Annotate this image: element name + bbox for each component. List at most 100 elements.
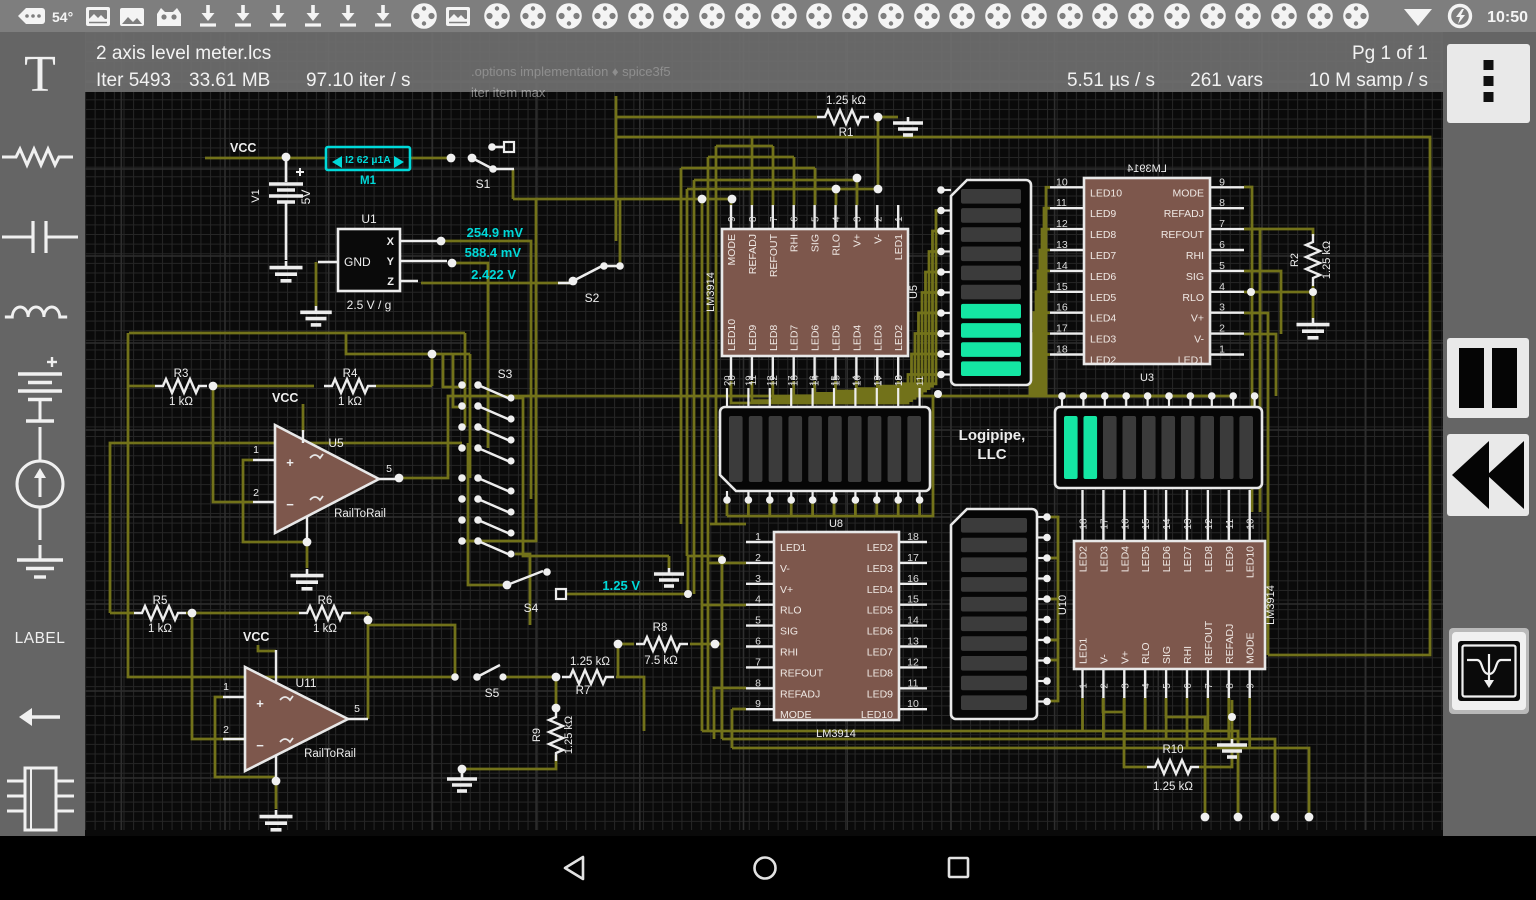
svg-text:13: 13 <box>1056 239 1068 251</box>
svg-text:5: 5 <box>386 463 392 475</box>
svg-text:7: 7 <box>769 216 780 222</box>
svg-text:LED3: LED3 <box>1098 546 1110 572</box>
svg-text:V+: V+ <box>1119 651 1131 664</box>
svg-text:LED1: LED1 <box>780 542 806 554</box>
svg-text:S4: S4 <box>524 601 539 615</box>
svg-text:V+: V+ <box>851 234 863 247</box>
svg-text:LM3914: LM3914 <box>1265 585 1277 625</box>
svg-text:V-: V- <box>872 233 884 243</box>
svg-text:8: 8 <box>1219 197 1225 209</box>
svg-text:3: 3 <box>1120 683 1131 689</box>
svg-text:U11: U11 <box>295 676 316 690</box>
svg-text:LED2: LED2 <box>1090 355 1116 367</box>
svg-text:REFADJ: REFADJ <box>747 234 759 274</box>
svg-text:V-: V- <box>780 563 790 575</box>
svg-text:X: X <box>387 236 395 248</box>
svg-text:8: 8 <box>755 677 761 689</box>
svg-text:Iter 5493: Iter 5493 <box>96 70 171 91</box>
svg-text:97.10 iter / s: 97.10 iter / s <box>306 70 411 91</box>
svg-text:RHI: RHI <box>780 647 798 659</box>
svg-text:SIG: SIG <box>810 234 822 252</box>
svg-text:9: 9 <box>1219 176 1225 188</box>
svg-text:5V: 5V <box>299 190 313 205</box>
svg-text:261 vars: 261 vars <box>1190 70 1263 91</box>
svg-text:LED4: LED4 <box>867 584 893 596</box>
svg-text:.options implementation ♦ spic: .options implementation ♦ spice3f5 <box>471 64 671 79</box>
svg-text:LED9: LED9 <box>1090 208 1116 220</box>
svg-text:54°: 54° <box>52 9 73 25</box>
svg-text:T: T <box>24 46 56 103</box>
svg-text:1.25 kΩ: 1.25 kΩ <box>563 716 575 754</box>
svg-text:10:50: 10:50 <box>1487 9 1528 26</box>
svg-text:LED7: LED7 <box>1182 546 1194 572</box>
svg-text:R7: R7 <box>576 685 591 697</box>
svg-text:19: 19 <box>744 375 755 386</box>
svg-text:6: 6 <box>1183 683 1194 689</box>
svg-text:LED9: LED9 <box>867 688 893 700</box>
svg-text:15: 15 <box>1056 281 1068 293</box>
svg-text:254.9 mV: 254.9 mV <box>467 225 524 240</box>
svg-text:VCC: VCC <box>243 630 269 644</box>
svg-text:1.25 kΩ: 1.25 kΩ <box>826 95 866 107</box>
svg-text:MODE: MODE <box>780 709 812 721</box>
svg-text:588.4 mV: 588.4 mV <box>465 245 522 260</box>
svg-text:15: 15 <box>1141 518 1152 530</box>
svg-text:iter item max: iter item max <box>471 85 546 100</box>
svg-text:9: 9 <box>755 698 761 710</box>
svg-text:5: 5 <box>755 615 761 627</box>
svg-text:1 kΩ: 1 kΩ <box>148 623 172 635</box>
svg-text:15: 15 <box>907 594 919 606</box>
svg-text:LED4: LED4 <box>1090 313 1116 325</box>
svg-text:LED5: LED5 <box>867 605 893 617</box>
svg-text:V-: V- <box>1194 334 1204 346</box>
svg-text:18: 18 <box>765 375 776 386</box>
svg-text:U1: U1 <box>361 212 377 226</box>
svg-text:8: 8 <box>748 216 759 222</box>
svg-text:LED10: LED10 <box>1245 546 1257 578</box>
svg-text:4: 4 <box>1141 683 1152 689</box>
svg-text:14: 14 <box>907 615 919 627</box>
svg-text:18: 18 <box>1079 518 1090 530</box>
svg-text:1: 1 <box>1079 683 1090 689</box>
svg-text:S3: S3 <box>498 367 513 381</box>
svg-text:3: 3 <box>1219 302 1225 314</box>
svg-text:2: 2 <box>223 724 229 736</box>
svg-text:R5: R5 <box>153 595 168 607</box>
svg-text:RLO: RLO <box>1140 642 1152 664</box>
svg-text:12: 12 <box>1056 218 1068 230</box>
svg-text:2: 2 <box>253 487 259 499</box>
svg-text:SIG: SIG <box>1186 271 1204 283</box>
svg-text:SIG: SIG <box>1161 646 1173 664</box>
svg-text:13: 13 <box>872 375 883 386</box>
svg-text:6: 6 <box>755 636 761 648</box>
svg-text:17: 17 <box>1056 323 1068 335</box>
svg-text:1: 1 <box>755 531 761 543</box>
svg-text:LED7: LED7 <box>867 647 893 659</box>
svg-text:LED8: LED8 <box>867 667 893 679</box>
svg-text:LED4: LED4 <box>1119 546 1131 572</box>
svg-text:2 axis level meter.lcs: 2 axis level meter.lcs <box>96 43 271 64</box>
svg-text:14: 14 <box>1162 518 1173 530</box>
svg-text:MODE: MODE <box>1173 187 1205 199</box>
svg-text:REFOUT: REFOUT <box>768 233 780 277</box>
svg-text:LED5: LED5 <box>831 325 843 351</box>
svg-text:12: 12 <box>907 656 919 668</box>
svg-text:LED6: LED6 <box>1161 546 1173 572</box>
svg-text:17: 17 <box>1099 518 1110 530</box>
svg-text:3: 3 <box>852 216 863 222</box>
svg-text:1.25 kΩ: 1.25 kΩ <box>1321 241 1333 279</box>
svg-text:REFOUT: REFOUT <box>1203 620 1215 664</box>
svg-text:5: 5 <box>354 703 360 715</box>
svg-text:16: 16 <box>1120 518 1131 530</box>
svg-text:16: 16 <box>907 573 919 585</box>
svg-text:1 kΩ: 1 kΩ <box>313 623 337 635</box>
svg-text:V+: V+ <box>780 584 793 596</box>
svg-text:2: 2 <box>1099 683 1110 689</box>
svg-text:LED5: LED5 <box>1140 546 1152 572</box>
svg-text:REFOUT: REFOUT <box>1161 229 1205 241</box>
svg-text:7: 7 <box>755 656 761 668</box>
svg-text:4: 4 <box>832 216 843 222</box>
svg-text:LED10: LED10 <box>1090 187 1122 199</box>
svg-text:U5: U5 <box>908 285 920 299</box>
svg-text:13: 13 <box>1183 518 1194 530</box>
